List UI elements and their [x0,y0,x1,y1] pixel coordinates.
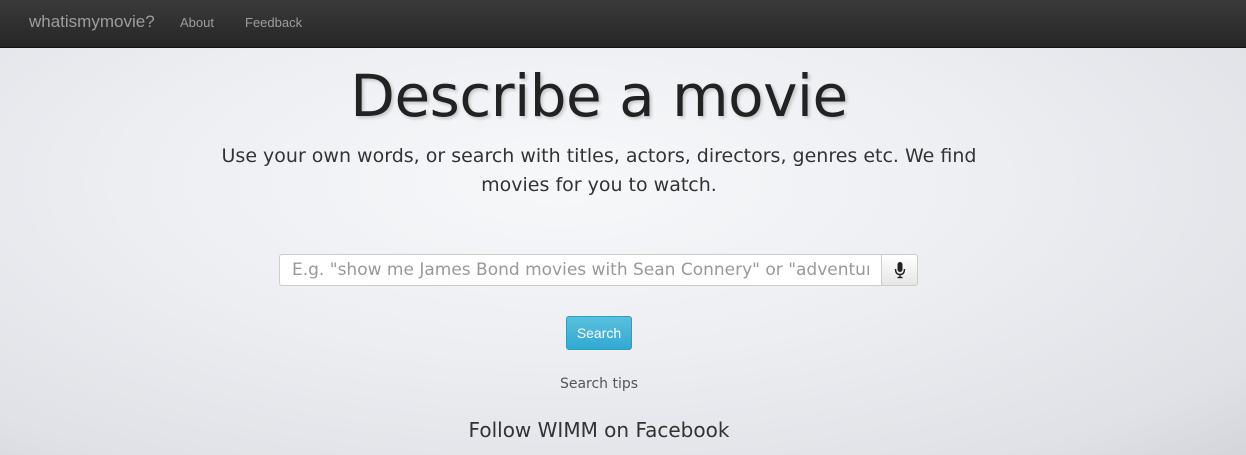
top-navbar: whatismymovie? About Feedback [0,0,1246,48]
brand-logo-link[interactable]: whatismymovie? [29,12,155,32]
nav-link-about[interactable]: About [180,15,214,30]
search-button[interactable]: Search [566,316,632,350]
search-bar [279,254,918,286]
microphone-icon [894,261,906,279]
follow-facebook-text[interactable]: Follow WIMM on Facebook [0,418,1198,442]
search-tips-link[interactable]: Search tips [0,376,1198,392]
page-subtitle: Use your own words, or search with title… [221,145,977,196]
page-title: Describe a movie [350,62,848,130]
search-input[interactable] [279,254,882,286]
voice-search-button[interactable] [881,254,918,286]
nav-link-feedback[interactable]: Feedback [245,15,302,30]
